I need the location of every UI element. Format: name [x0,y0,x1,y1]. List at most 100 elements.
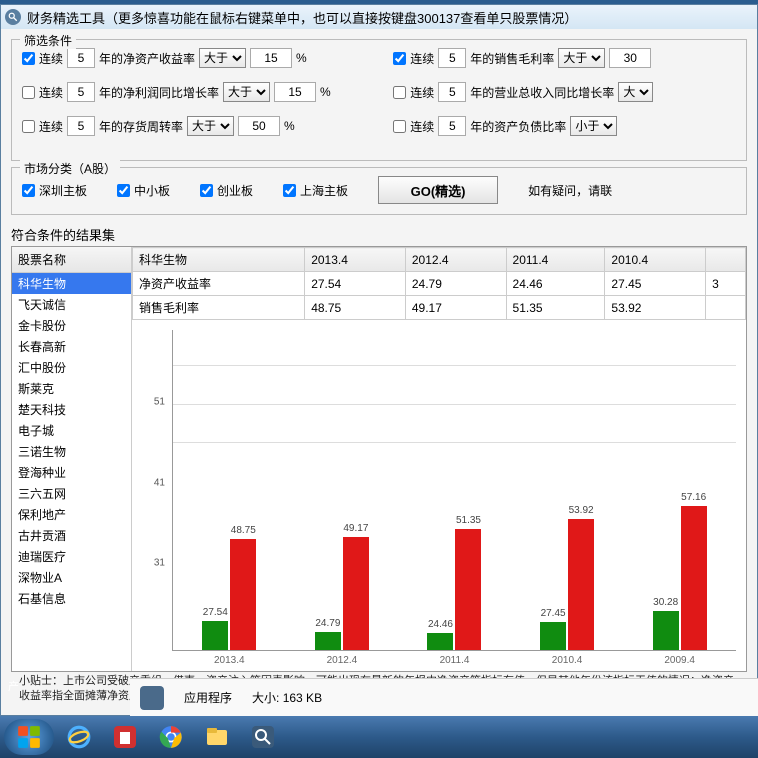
list-item[interactable]: 电子城 [12,420,131,441]
filter-conditions-group: 筛选条件 连续年的净资产收益率大于%连续年的销售毛利率大于连续年的净利润同比增长… [11,39,747,161]
results-label: 符合条件的结果集 [11,225,747,244]
list-item[interactable]: 迪瑞医疗 [12,546,131,567]
bar: 53.92 [568,519,594,650]
years-input[interactable] [438,116,466,136]
bar-value-label: 57.16 [681,492,706,503]
file-size: 大小: 163 KB [252,689,322,706]
years-input[interactable] [67,116,95,136]
y-tick: 31 [154,558,165,569]
list-item[interactable]: 深物业A [12,567,131,588]
market-checkbox[interactable] [117,184,130,197]
window-title: 财务精选工具（更多惊喜功能在鼠标右键菜单中，也可以直接按键盘300137查看单只… [27,8,577,27]
ie-icon[interactable] [58,720,100,754]
continuous-checkbox[interactable] [22,86,35,99]
market-checkbox[interactable] [22,184,35,197]
app-window: 财务精选工具（更多惊喜功能在鼠标右键菜单中，也可以直接按键盘300137查看单只… [0,4,758,716]
operator-select[interactable]: 大于 [199,48,246,68]
bar: 49.17 [343,537,369,650]
y-tick: 41 [154,477,165,488]
go-button[interactable]: GO(精选) [378,176,498,204]
filter-item: 连续年的销售毛利率大于 [393,48,736,68]
bar-group: 27.5448.752013.4 [202,539,256,650]
stock-list-body[interactable]: 科华生物飞天诚信金卡股份长春高新汇中股份斯莱克楚天科技电子城三诺生物登海种业三六… [12,273,131,671]
explorer-icon[interactable] [196,720,238,754]
title-bar: 财务精选工具（更多惊喜功能在鼠标右键菜单中，也可以直接按键盘300137查看单只… [1,5,757,29]
y-tick: 51 [154,397,165,408]
bar-value-label: 51.35 [456,515,481,526]
operator-select[interactable]: 小于 [570,116,617,136]
table-cell: 51.35 [506,296,605,320]
stock-app-icon[interactable] [104,720,146,754]
market-checkbox[interactable] [200,184,213,197]
continuous-checkbox[interactable] [393,52,406,65]
value-input[interactable] [274,82,316,102]
list-item[interactable]: 楚天科技 [12,399,131,420]
value-input[interactable] [609,48,651,68]
list-item[interactable]: 飞天诚信 [12,294,131,315]
years-input[interactable] [67,48,95,68]
detail-area: 科华生物2013.42012.42011.42010.4净资产收益率27.542… [132,247,746,671]
list-item[interactable]: 长春高新 [12,336,131,357]
market-checkbox-item: 上海主板 [283,182,348,199]
bar: 30.28 [653,611,679,651]
list-item[interactable]: 保利地产 [12,504,131,525]
list-item[interactable]: 登海种业 [12,462,131,483]
market-checkbox-item: 创业板 [200,182,253,199]
operator-select[interactable]: 大于 [558,48,605,68]
results-area: 股票名称 科华生物飞天诚信金卡股份长春高新汇中股份斯莱克楚天科技电子城三诺生物登… [11,246,747,672]
bar-group: 30.2857.162009.4 [653,506,707,650]
x-label: 2009.4 [664,655,695,666]
bar: 51.35 [455,529,481,650]
row-label: 销售毛利率 [133,296,305,320]
value-input[interactable] [238,116,280,136]
bar: 27.54 [202,621,228,650]
sidebar-text: 产 [8,678,19,694]
bar-group: 24.7949.172012.4 [315,537,369,650]
list-item[interactable]: 石基信息 [12,588,131,609]
continuous-checkbox[interactable] [393,86,406,99]
list-item[interactable]: 科华生物 [12,273,131,294]
stock-list: 股票名称 科华生物飞天诚信金卡股份长春高新汇中股份斯莱克楚天科技电子城三诺生物登… [12,247,132,671]
table-cell: 27.54 [305,272,406,296]
bar-value-label: 27.45 [541,608,566,619]
list-item[interactable]: 金卡股份 [12,315,131,336]
table-cell: 24.79 [405,272,506,296]
chrome-icon[interactable] [150,720,192,754]
market-group-label: 市场分类（A股） [20,160,120,177]
start-button[interactable] [4,719,54,755]
continuous-checkbox[interactable] [393,120,406,133]
table-header: 2010.4 [605,248,706,272]
bar: 27.45 [540,622,566,651]
years-input[interactable] [438,48,466,68]
years-input[interactable] [67,82,95,102]
row-label: 净资产收益率 [133,272,305,296]
market-checkbox-item: 深圳主板 [22,182,87,199]
list-item[interactable]: 汇中股份 [12,357,131,378]
search-app-icon[interactable] [242,720,284,754]
market-checkbox[interactable] [283,184,296,197]
continuous-checkbox[interactable] [22,52,35,65]
table-cell: 27.45 [605,272,706,296]
bar: 24.79 [315,632,341,651]
search-icon [5,9,21,25]
bar-value-label: 24.46 [428,619,453,630]
x-label: 2011.4 [440,655,470,666]
list-item[interactable]: 斯莱克 [12,378,131,399]
value-input[interactable] [250,48,292,68]
years-input[interactable] [438,82,466,102]
taskbar [0,716,758,758]
list-item[interactable]: 三诺生物 [12,441,131,462]
filter-item: 连续年的净资产收益率大于% [22,48,365,68]
continuous-checkbox[interactable] [22,120,35,133]
bar: 48.75 [230,539,256,650]
bar-value-label: 49.17 [343,523,368,534]
operator-select[interactable]: 大于 [187,116,234,136]
bar-value-label: 48.75 [231,525,256,536]
operator-select[interactable]: 大 [618,82,653,102]
table-header: 2013.4 [305,248,406,272]
operator-select[interactable]: 大于 [223,82,270,102]
list-item[interactable]: 古井贡酒 [12,525,131,546]
x-label: 2013.4 [214,655,245,666]
list-item[interactable]: 三六五网 [12,483,131,504]
bar-value-label: 53.92 [569,505,594,516]
